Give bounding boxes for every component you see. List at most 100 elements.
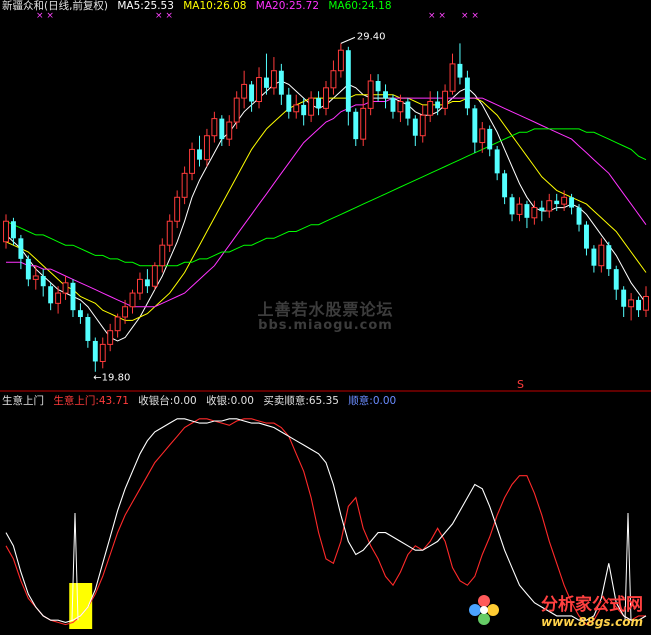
candle-body-down xyxy=(569,197,575,208)
candle-body-up xyxy=(166,220,173,246)
candle-body-down xyxy=(40,275,46,287)
candle-body-up xyxy=(293,104,300,113)
candle-body-up xyxy=(427,101,434,116)
candle-body-up xyxy=(598,244,605,267)
cross-mark: × × xyxy=(428,11,446,21)
candle-body-up xyxy=(32,275,39,280)
site-logo: 分析家公式网 www.88gs.com xyxy=(541,590,643,629)
candle-body-up xyxy=(479,128,486,144)
candle-body-up xyxy=(449,63,456,92)
candle-body-up xyxy=(256,77,262,103)
candle-body-down xyxy=(613,269,619,290)
candle-body-up xyxy=(270,70,277,89)
candle-body-down xyxy=(390,98,396,112)
candle-body-up xyxy=(330,70,337,89)
candle-body-up xyxy=(189,148,196,174)
s-mark: S xyxy=(517,378,524,391)
candle-body-down xyxy=(383,91,388,99)
ma5-label: MA5:25.53 xyxy=(117,0,174,12)
high-label: 29.40 xyxy=(357,31,386,42)
candle-body-up xyxy=(62,282,69,294)
candle-body-down xyxy=(249,84,255,102)
candle-body-down xyxy=(591,248,597,266)
candle-body-down xyxy=(606,245,612,270)
candle-body-up xyxy=(181,172,188,198)
shunyi-label: 顺意:0.00 xyxy=(348,395,397,407)
candle-body-up xyxy=(151,265,158,287)
candle-body-down xyxy=(509,197,515,215)
candle-body-down xyxy=(554,200,560,205)
candle-body-down xyxy=(345,50,351,112)
candle-body-up xyxy=(561,196,568,205)
candle-body-down xyxy=(435,101,441,109)
candle-body-down xyxy=(576,207,582,225)
high-marker-line xyxy=(340,36,356,44)
candle-body-up xyxy=(516,203,523,215)
candle-body-down xyxy=(144,279,150,287)
stock-name: 新疆众和(日线,前复权) xyxy=(2,0,109,12)
candle-body-down xyxy=(464,77,470,109)
candle-body-up xyxy=(159,244,166,267)
watermark-title: 上善若水股票论坛 xyxy=(257,300,394,319)
flower-logo-icon xyxy=(469,595,499,625)
sub-header: 生意上门 生意上门:43.71 收银台:0.00 收银:0.00 买卖顺意:65… xyxy=(2,395,402,408)
candle-body-down xyxy=(18,238,24,259)
candle-body-down xyxy=(278,70,284,95)
candle-body-up xyxy=(323,87,329,109)
candle-body-up xyxy=(367,80,374,109)
low-label: ←19.80 xyxy=(93,373,130,384)
candle-body-up xyxy=(337,49,344,72)
sy-label: 生意上门:43.71 xyxy=(53,395,129,407)
candle-body-up xyxy=(360,107,367,140)
candle-body-up xyxy=(397,101,404,113)
candle-body-down xyxy=(524,204,530,218)
candle-body-down xyxy=(412,118,418,136)
candle-body-up xyxy=(3,220,9,243)
candle-body-up xyxy=(136,278,143,294)
candle-body-up xyxy=(308,97,315,116)
candle-body-down xyxy=(457,63,463,78)
candle-body-up xyxy=(233,97,240,123)
candle-body-up xyxy=(241,83,248,99)
shouyin-tai-label: 收银台:0.00 xyxy=(138,395,197,407)
candle-body-up xyxy=(419,114,426,137)
shouyin-label: 收银:0.00 xyxy=(206,395,254,407)
ma10-label: MA10:26.08 xyxy=(183,0,247,12)
logo-url: www.88gs.com xyxy=(541,615,643,629)
candle-body-down xyxy=(264,77,269,88)
logo-name: 分析家公式网 xyxy=(541,595,643,615)
candle-body-up xyxy=(442,90,449,109)
ma60-label: MA60:24.18 xyxy=(328,0,392,12)
cross-mark: × × xyxy=(461,11,479,21)
candle-body-up xyxy=(211,118,218,137)
candle-body-down xyxy=(316,98,322,109)
candle-body-down xyxy=(197,149,202,160)
candle-body-down xyxy=(405,101,411,119)
candle-body-down xyxy=(584,224,589,249)
candle-body-down xyxy=(92,340,98,362)
candle-body-down xyxy=(25,258,31,280)
candle-body-up xyxy=(226,121,233,140)
candle-body-down xyxy=(286,94,292,112)
candle-body-down xyxy=(375,80,381,92)
candle-body-up xyxy=(99,343,106,362)
candle-body-up xyxy=(203,135,210,161)
ma20-label: MA20:25.72 xyxy=(255,0,319,12)
candle-body-down xyxy=(301,104,307,116)
indicator-name: 生意上门 xyxy=(2,395,44,407)
main-header: 新疆众和(日线,前复权) MA5:25.53 MA10:26.08 MA20:2… xyxy=(2,0,398,13)
candle-body-down xyxy=(472,108,478,143)
candle-body-up xyxy=(174,196,181,222)
candle-body-down xyxy=(487,128,493,150)
candle-body-down xyxy=(494,149,500,174)
candle-body-down xyxy=(353,111,359,140)
candle-body-up xyxy=(546,200,553,212)
candle-body-down xyxy=(539,207,545,211)
maimai-label: 买卖顺意:65.35 xyxy=(263,395,339,407)
candle-body-down xyxy=(502,173,508,198)
candle-body-down xyxy=(219,118,225,140)
watermark-url: bbs.miaogu.com xyxy=(258,318,393,333)
candle-body-up xyxy=(531,207,538,219)
candle-body-down xyxy=(10,221,16,239)
ma60-line xyxy=(5,128,647,267)
